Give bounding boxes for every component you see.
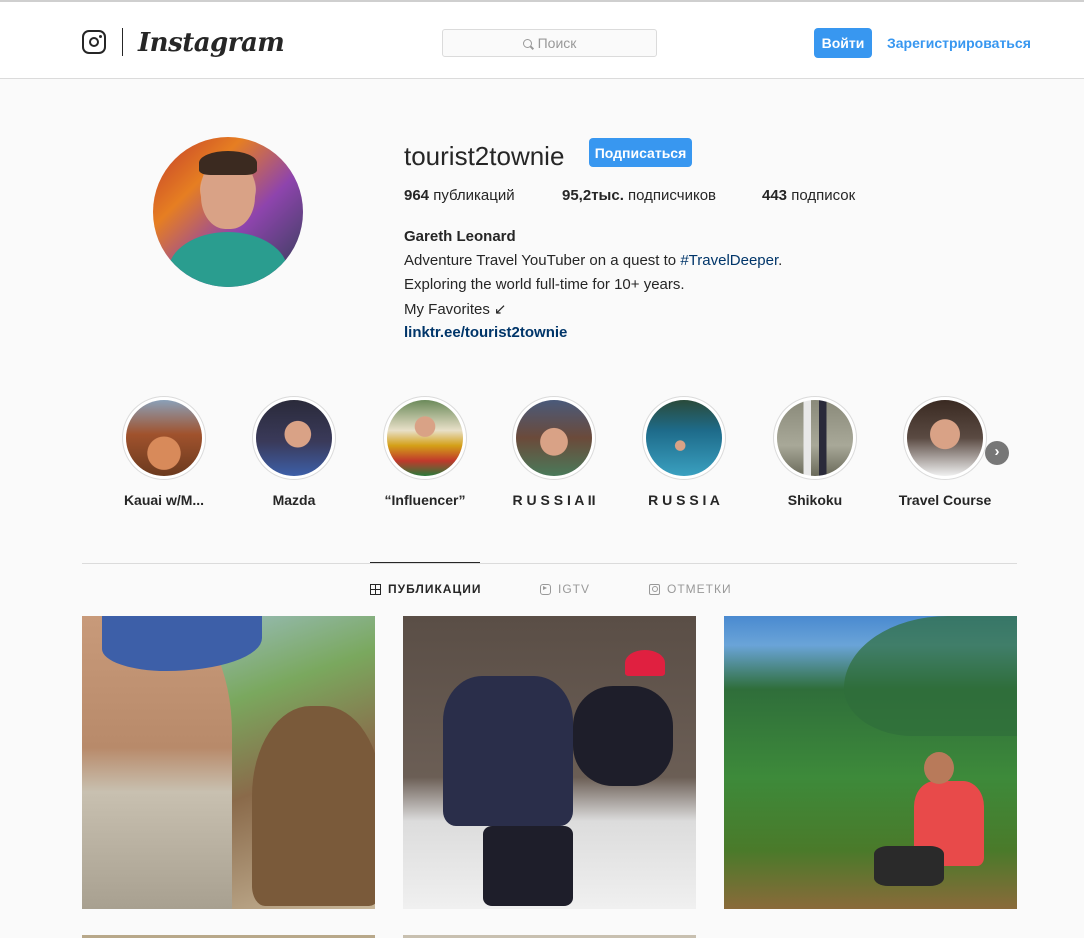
highlight-cover — [256, 400, 332, 476]
signup-link[interactable]: Зарегистрироваться — [887, 35, 1031, 51]
post-thumbnail[interactable] — [82, 616, 375, 909]
tagged-icon — [649, 583, 660, 595]
highlight-cover — [777, 400, 853, 476]
highlight-label: R U S S I A — [648, 492, 720, 508]
bio-line-2: Exploring the world full-time for 10+ ye… — [404, 276, 685, 293]
highlight-cover — [516, 400, 592, 476]
login-button[interactable]: Войти — [814, 28, 872, 58]
instagram-camera-icon[interactable] — [82, 30, 106, 54]
highlight-label: Travel Course — [898, 492, 992, 508]
tab-tagged[interactable]: ОТМЕТКИ — [649, 582, 732, 596]
tabs-divider — [82, 563, 1017, 564]
chevron-right-icon[interactable]: › — [985, 441, 1009, 465]
logo-divider — [122, 28, 123, 56]
igtv-icon — [540, 583, 551, 595]
bio-line-1: Adventure Travel YouTuber on a quest to … — [404, 252, 783, 269]
highlight-cover — [126, 400, 202, 476]
highlight-item[interactable]: Kauai w/M... — [122, 396, 206, 508]
profile-avatar — [153, 137, 303, 287]
stat-followers[interactable]: 95,2тыс. подписчиков — [562, 187, 716, 204]
highlight-cover — [646, 400, 722, 476]
search-input[interactable]: Поиск — [442, 29, 657, 57]
highlight-label: Mazda — [272, 492, 316, 508]
follow-button[interactable]: Подписаться — [589, 138, 692, 167]
highlight-label: Shikoku — [787, 492, 843, 508]
post-thumbnail[interactable] — [724, 616, 1017, 909]
search-placeholder: Поиск — [537, 35, 577, 51]
bio-external-link[interactable]: linktr.ee/tourist2townie — [404, 324, 567, 341]
highlight-item[interactable]: R U S S I A — [642, 396, 726, 508]
highlight-item[interactable]: “Influencer” — [383, 396, 467, 508]
hashtag-link[interactable]: #TravelDeeper — [680, 252, 778, 269]
profile-username: tourist2townie — [404, 141, 565, 171]
highlight-cover — [387, 400, 463, 476]
top-navigation-bar: Instagram Поиск Войти Зарегистрироваться — [0, 0, 1084, 79]
tab-posts[interactable]: ПУБЛИКАЦИИ — [370, 582, 481, 596]
profile-full-name: Gareth Leonard — [404, 228, 516, 245]
search-icon — [522, 38, 532, 48]
highlight-cover — [907, 400, 983, 476]
highlight-item[interactable]: R U S S I A II — [512, 396, 596, 508]
stat-posts: 964 публикаций — [404, 187, 515, 204]
highlight-label: “Influencer” — [384, 492, 466, 508]
grid-icon — [370, 583, 381, 595]
highlight-label: R U S S I A II — [512, 492, 596, 508]
active-tab-indicator — [370, 562, 480, 563]
instagram-wordmark[interactable]: Instagram — [138, 28, 285, 58]
bio-line-3: My Favorites ↙ — [404, 301, 507, 318]
highlight-item[interactable]: Mazda — [252, 396, 336, 508]
tab-igtv[interactable]: IGTV — [540, 582, 590, 596]
highlight-item[interactable]: Travel Course — [899, 396, 991, 508]
stat-following[interactable]: 443 подписок — [762, 187, 855, 204]
highlight-label: Kauai w/M... — [123, 492, 205, 508]
post-thumbnail[interactable] — [403, 616, 696, 909]
highlight-item[interactable]: Shikoku — [773, 396, 857, 508]
